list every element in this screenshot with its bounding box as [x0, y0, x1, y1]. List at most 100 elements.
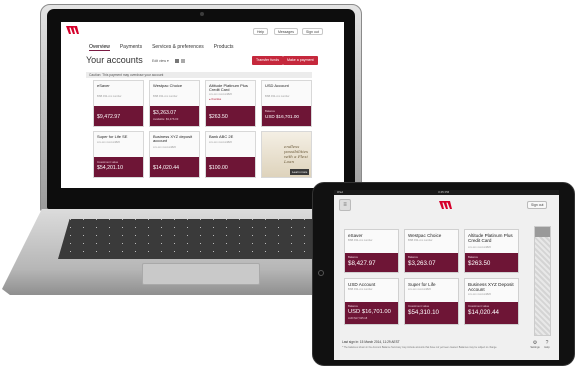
menu-icon[interactable]: ≡ [339, 199, 351, 211]
balance-label: Balance [265, 109, 276, 113]
flexi-loan-promo[interactable]: endless possibilities with a Flexi Loan … [261, 131, 312, 178]
product-showcase: Help Messages Sign out Overview Payments… [0, 0, 575, 368]
tab-overview[interactable]: Overview [89, 44, 110, 51]
balance-label: Balance [408, 255, 419, 259]
carrier-label: iPad [337, 190, 344, 194]
account-name: Business XYZ deposit account [153, 134, 193, 144]
balance-panel: Balance $8,427.97 [345, 253, 398, 272]
account-number: xxx-xxx xxxxxx4820 [468, 293, 491, 296]
disclaimer-text: * The balances shown in the Account Bala… [342, 346, 498, 349]
balance-label: Investment value [408, 304, 430, 308]
tab-services-preferences[interactable]: Services & preferences [152, 44, 204, 51]
account-number: BSB 032-xxx number [153, 95, 178, 98]
side-panel-tab[interactable] [535, 227, 550, 237]
account-name: eSaver [348, 233, 363, 238]
balance-panel: $9,472.97 [94, 106, 143, 126]
balance-amount: $54,201.10 [97, 165, 123, 171]
account-name: USD Account [265, 83, 289, 88]
balance-amount: $8,427.97 [348, 260, 376, 267]
balance-amount: $3,263.07 [408, 260, 436, 267]
available-balance: Available: $3,476.03 [153, 117, 179, 121]
account-number: xxx-xxx xxxxxx4820 [209, 93, 232, 96]
account-card-usd[interactable]: USD Account BSB 032-xxx number Balance U… [261, 80, 312, 127]
transfer-funds-button[interactable]: Transfer funds [252, 56, 284, 65]
account-card-altitude-platinum[interactable]: Altitude Platinum Plus Credit Card xxx-x… [464, 229, 519, 273]
sign-out-button[interactable]: Sign out [527, 201, 548, 209]
main-nav: Overview Payments Services & preferences… [89, 44, 234, 51]
account-card-super-for-life[interactable]: Super for Life SE xxx-xxx xxxxxx4820 Inv… [93, 131, 144, 178]
help-button[interactable]: ? Help [542, 340, 552, 349]
balance-amount: $100.00 [209, 165, 228, 171]
account-name: Altitude Platinum Plus Credit Card [468, 233, 513, 243]
balance-amount: $14,020.44 [468, 309, 499, 316]
sign-out-button[interactable]: Sign out [302, 28, 323, 35]
webcam [200, 12, 204, 16]
overdue-label: Overdue [211, 98, 222, 101]
help-button[interactable]: Help [253, 28, 269, 35]
page-title: Your accounts [86, 55, 143, 65]
account-card-westpac-choice[interactable]: Westpac Choice BSB 032-xxx number $3,263… [149, 80, 200, 127]
account-number: xxx-xxx xxxxxx4820 [97, 141, 120, 144]
balance-amount: $263.50 [468, 260, 491, 267]
help-label: Help [544, 346, 550, 349]
list-view-icon[interactable] [181, 59, 185, 63]
edit-view-dropdown[interactable]: Edit view ▾ [152, 59, 169, 63]
side-panel-handle[interactable] [534, 226, 551, 336]
balance-panel: Balance USD $16,701.00 [262, 106, 311, 126]
balance-panel: Balance $263.50 [465, 253, 518, 272]
account-name: Westpac Choice [153, 83, 183, 88]
settings-label: Settings [530, 346, 540, 349]
promo-text: endless possibilities with a Flexi Loan [284, 144, 309, 164]
make-payment-button[interactable]: Make a payment [283, 56, 318, 65]
balance-panel: $3,263.07 Available: $3,476.03 [150, 106, 199, 126]
balance-amount: $54,310.10 [408, 309, 439, 316]
clock: 3:45 PM [438, 190, 450, 194]
balance-panel: Balance USD $16,701.00 AUD $17,925.18 [345, 302, 398, 324]
balance-amount: USD $16,701.00 [265, 114, 299, 119]
balance-amount: $9,472.97 [97, 114, 121, 120]
balance-panel: Investment value $54,201.10 [94, 157, 143, 177]
settings-button[interactable]: ⚙ Settings [530, 340, 540, 349]
balance-label: Investment value [97, 160, 119, 164]
account-card-esaver[interactable]: eSaver BSB 032-xxx number Balance $8,427… [344, 229, 399, 273]
balance-amount: $3,263.07 [153, 110, 177, 116]
account-name: Bank ABC 2E [209, 134, 234, 139]
status-bar: iPad 3:45 PM [334, 190, 559, 195]
brand-logo [439, 201, 452, 209]
learn-more-button[interactable]: Learn more [290, 169, 310, 175]
account-card-business-xyz[interactable]: Business XYZ deposit account xxx-xxx xxx… [149, 131, 200, 178]
balance-label: Balance [348, 304, 359, 308]
account-number: BSB 032-xxx number [348, 288, 373, 291]
account-card-super-for-life[interactable]: Super for Life xxx-xxx xxxxxx4820 Invest… [404, 278, 459, 325]
balance-panel: Investment value $54,310.10 [405, 302, 458, 324]
home-button [318, 270, 324, 276]
messages-button[interactable]: Messages [274, 28, 298, 35]
balance-panel: $14,020.44 [150, 157, 199, 177]
account-name: USD Account [348, 282, 376, 287]
account-card-bank-abc[interactable]: Bank ABC 2E xxx-xxx xxxxxx4820 $100.00 [205, 131, 256, 178]
account-number: BSB 032-xxx number [97, 95, 122, 98]
account-card-westpac-choice[interactable]: Westpac Choice BSB 032-xxx number Balanc… [404, 229, 459, 273]
brand-logo[interactable] [66, 26, 80, 34]
account-number: BSB 032-xxx number [408, 239, 433, 242]
account-name: Super for Life SE [97, 134, 128, 139]
balance-label: Balance [468, 255, 479, 259]
tab-products[interactable]: Products [214, 44, 234, 51]
account-card-altitude-platinum[interactable]: Altitude Platinum Plus Credit Card xxx-x… [205, 80, 256, 127]
account-name: Westpac Choice [408, 233, 442, 238]
laptop-screen: Help Messages Sign out Overview Payments… [61, 22, 344, 188]
tablet-screen: iPad 3:45 PM ≡ Sign out eSaver BSB 032-x… [334, 190, 559, 360]
account-name: Business XYZ Deposit Account [468, 282, 514, 292]
account-card-esaver[interactable]: eSaver BSB 032-xxx number $9,472.97 [93, 80, 144, 127]
grid-view-icon[interactable] [175, 59, 179, 63]
account-card-business-xyz[interactable]: Business XYZ Deposit Account xxx-xxx xxx… [464, 278, 519, 325]
account-card-usd[interactable]: USD Account BSB 032-xxx number Balance U… [344, 278, 399, 325]
laptop-keyboard [58, 219, 346, 259]
balance-panel: Balance $3,263.07 [405, 253, 458, 272]
balance-amount: USD $16,701.00 [348, 309, 391, 315]
overdue-badge: ● Overdue [209, 98, 222, 101]
last-sign-in: Last sign in: 15 March 2014, 11:29 AEST [342, 340, 400, 344]
account-number: xxx-xxx xxxxxx4820 [209, 141, 232, 144]
account-number: xxx-xxx xxxxxx4820 [408, 288, 431, 291]
tab-payments[interactable]: Payments [120, 44, 142, 51]
